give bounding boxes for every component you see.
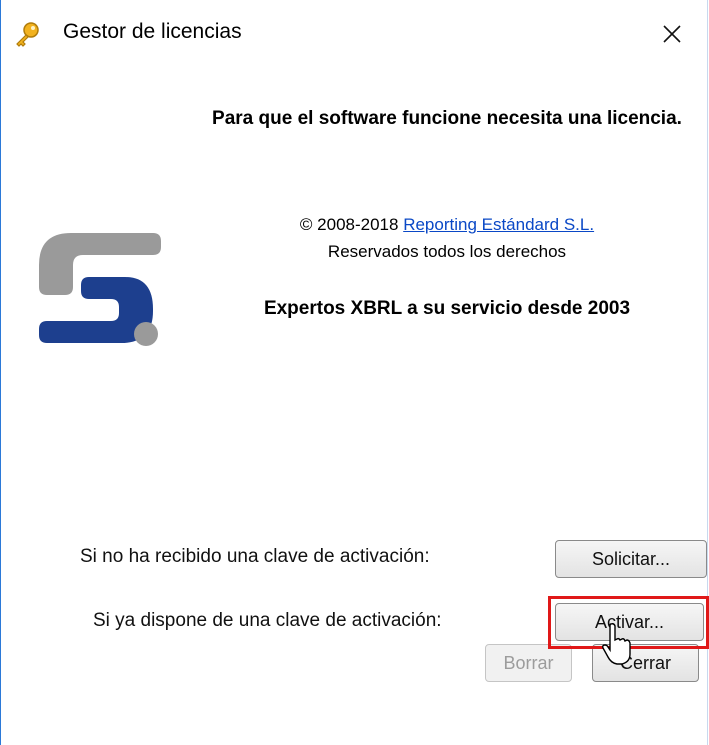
company-logo [39,233,161,346]
copyright-line: © 2008-2018 Reporting Estándard S.L. [191,215,703,235]
activate-key-label: Si ya dispone de una clave de activación… [93,610,442,631]
title-bar[interactable]: Gestor de licencias [1,0,707,68]
copyright-text: © 2008-2018 [299,215,399,234]
close-window-button[interactable] [637,0,707,68]
close-button[interactable]: Cerrar [592,644,699,682]
rights-text: Reservados todos los derechos [327,242,567,261]
license-manager-window: Gestor de licencias Para que el software… [0,0,709,745]
request-button[interactable]: Solicitar... [555,540,707,578]
company-link[interactable]: Reporting Estándard S.L. [403,215,594,234]
activate-button[interactable]: Activar... [555,603,704,641]
request-key-label: Si no ha recibido una clave de activació… [80,546,430,567]
clear-button[interactable]: Borrar [485,644,572,682]
tagline: Expertos XBRL a su servicio desde 2003 [263,298,631,319]
key-icon [16,22,39,47]
window-title: Gestor de licencias [63,20,242,43]
license-required-message: Para que el software funcione necesita u… [212,108,682,129]
close-icon [663,25,681,43]
